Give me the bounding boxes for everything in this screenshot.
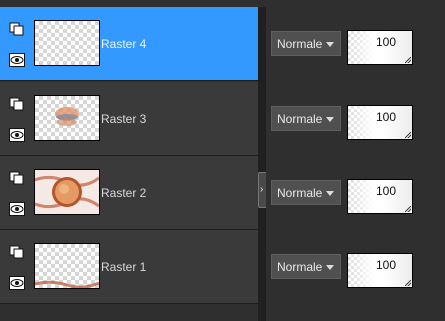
opacity-gradient [348,254,374,287]
opacity-gradient [348,180,374,213]
blend-mode-dropdown[interactable]: Normale [271,31,341,56]
layer-properties-raster-2: Normale 100 [266,156,445,230]
eye-icon[interactable] [9,276,25,290]
opacity-field[interactable]: 100 [347,30,413,65]
opacity-gradient [348,31,374,64]
blend-mode-value: Normale [277,260,323,274]
layers-palette: Raster 4 Raster 3 Raster 2 Raster 1 › No… [0,0,445,321]
thumbnail-art [35,170,99,214]
thumbnail-art [35,280,99,288]
blend-mode-value: Normale [277,37,323,51]
blend-mode-dropdown[interactable]: Normale [271,106,341,131]
layer-row-raster-4[interactable]: Raster 4 [0,7,258,81]
layer-icons [9,242,29,292]
eye-icon[interactable] [9,53,25,67]
opacity-gradient [348,106,374,139]
layer-link-icon[interactable] [9,171,25,185]
layer-row-raster-2[interactable]: Raster 2 [0,156,258,230]
layer-name: Raster 2 [101,186,147,200]
resize-grip-icon[interactable] [405,206,411,212]
layer-name: Raster 4 [101,37,147,51]
chevron-down-icon [326,42,334,47]
blend-mode-dropdown[interactable]: Normale [271,254,341,279]
layer-thumbnail [34,243,100,289]
eye-icon[interactable] [9,202,25,216]
layer-properties-raster-4: Normale 100 [266,7,445,81]
layer-row-raster-3[interactable]: Raster 3 [0,82,258,156]
opacity-value: 100 [375,35,396,49]
opacity-value: 100 [375,258,396,272]
layer-link-icon[interactable] [9,97,25,111]
opacity-field[interactable]: 100 [347,105,413,140]
layer-icons [9,168,29,218]
blend-mode-value: Normale [277,112,323,126]
opacity-value: 100 [375,184,396,198]
layer-name: Raster 1 [101,260,147,274]
layer-icons [9,19,29,69]
layer-properties-raster-3: Normale 100 [266,82,445,156]
layer-name: Raster 3 [101,112,147,126]
layer-properties-raster-1: Normale 100 [266,230,445,304]
layer-link-icon[interactable] [9,22,25,36]
chevron-down-icon [326,265,334,270]
opacity-value: 100 [375,110,396,124]
resize-grip-icon[interactable] [405,280,411,286]
resize-grip-icon[interactable] [405,57,411,63]
opacity-field[interactable]: 100 [347,253,413,288]
layer-list: Raster 4 Raster 3 Raster 2 Raster 1 [0,7,258,321]
eye-icon[interactable] [9,128,25,142]
layer-link-icon[interactable] [9,245,25,259]
layer-thumbnail [34,95,100,141]
blend-mode-value: Normale [277,186,323,200]
opacity-field[interactable]: 100 [347,179,413,214]
blend-mode-dropdown[interactable]: Normale [271,180,341,205]
panel-divider [258,7,266,321]
layer-thumbnail [34,20,100,66]
thumbnail-art [55,107,79,126]
resize-grip-icon[interactable] [405,132,411,138]
chevron-right-icon: › [260,184,264,195]
layer-icons [9,94,29,144]
layer-row-raster-1[interactable]: Raster 1 [0,230,258,304]
chevron-down-icon [326,191,334,196]
layer-thumbnail [34,169,100,215]
chevron-down-icon [326,117,334,122]
